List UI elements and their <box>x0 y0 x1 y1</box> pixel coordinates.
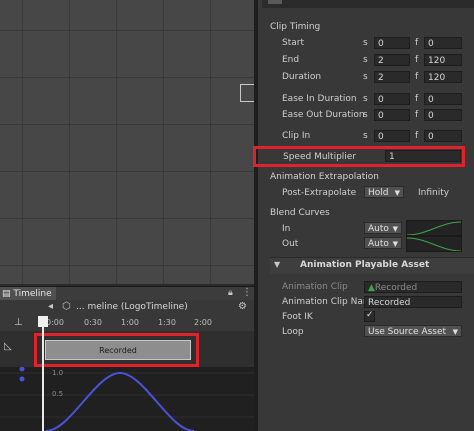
timeline-toolbar: ◂ ⬡ ... meline (LogoTimeline) ⚙ <box>0 300 254 317</box>
ease-in-seconds-field[interactable]: 0 <box>374 93 410 105</box>
tab-timeline-label: Timeline <box>13 289 52 299</box>
end-frames-field[interactable]: 120 <box>424 54 462 66</box>
blend-in-value: Auto <box>368 224 389 234</box>
animation-clip-label: Animation Clip <box>282 282 348 292</box>
blend-in-dropdown[interactable]: Auto ▼ <box>364 222 402 234</box>
checkmark-icon: ✓ <box>366 310 374 320</box>
section-blend-curves[interactable]: Blend Curves <box>270 208 330 218</box>
start-frames-field[interactable]: 0 <box>424 37 462 49</box>
loop-value: Use Source Asset <box>368 327 447 337</box>
blend-in-curve-graph <box>406 221 462 236</box>
ruler-tick: 1:30 <box>158 318 176 327</box>
curve-value-label: 0.5 <box>52 390 64 398</box>
curves-toggle-icon[interactable]: ◺ <box>4 341 12 352</box>
foot-ik-checkbox[interactable]: ✓ <box>364 310 375 322</box>
start-seconds-field[interactable]: 0 <box>374 37 410 49</box>
animation-clip-name-label: Animation Clip Nar <box>282 297 367 307</box>
timeline-breadcrumb[interactable]: ... meline (LogoTimeline) <box>76 302 188 312</box>
timeline-tabbar: ▤ Timeline 🔒︎ ⋮ <box>0 286 254 301</box>
unit-f: f <box>415 55 419 65</box>
ruler-tick: 0:30 <box>84 318 102 327</box>
scene-rect-handle[interactable] <box>240 84 255 102</box>
chevron-down-icon: ▼ <box>392 225 398 233</box>
unit-s: s <box>363 55 368 65</box>
post-extrapolate-label: Post-Extrapolate <box>282 188 357 198</box>
ruler-tick: 2:00 <box>194 318 212 327</box>
ruler-tick: 1:00 <box>121 318 139 327</box>
animation-clip-value: Recorded <box>374 283 418 293</box>
duration-frames-field[interactable]: 120 <box>424 71 462 83</box>
lock-icon[interactable]: 🔒︎ <box>228 288 233 298</box>
curve-editor[interactable]: 1.0 0.5 <box>0 367 254 431</box>
ease-in-frames-field[interactable]: 0 <box>424 93 462 105</box>
asset-header-label: Animation Playable Asset <box>300 260 430 270</box>
unit-s: s <box>363 72 368 82</box>
timeline-icon: ▤ <box>2 289 11 299</box>
start-label: Start <box>282 38 304 48</box>
loop-label: Loop <box>282 327 304 337</box>
unit-f: f <box>415 72 419 82</box>
blend-out-dropdown[interactable]: Auto ▼ <box>364 237 402 249</box>
ease-out-frames-field[interactable]: 0 <box>424 109 462 121</box>
animation-clip-icon: ▲ <box>368 283 375 293</box>
blend-out-curve[interactable] <box>406 236 462 252</box>
unit-f: f <box>415 38 419 48</box>
unit-f: f <box>415 110 419 120</box>
unit-s: s <box>363 38 368 48</box>
ease-out-seconds-field[interactable]: 0 <box>374 109 410 121</box>
blend-out-curve-graph <box>406 237 462 252</box>
duration-seconds-field[interactable]: 2 <box>374 71 410 83</box>
chevron-down-icon: ▼ <box>394 189 400 197</box>
clip-highlight-box <box>34 333 199 367</box>
blend-in-curve[interactable] <box>406 220 462 236</box>
foldout-arrow-icon: ▼ <box>274 260 281 269</box>
blend-out-value: Auto <box>368 239 389 249</box>
blend-in-label: In <box>282 224 291 234</box>
tab-timeline[interactable]: ▤ Timeline <box>0 287 56 301</box>
unit-s: s <box>363 94 368 104</box>
chevron-down-icon: ▼ <box>392 240 398 248</box>
inspector-top-edge <box>262 0 474 8</box>
animation-playable-asset-header[interactable]: ▼ Animation Playable Asset <box>270 257 474 274</box>
unit-f: f <box>415 94 419 104</box>
animation-clip-field: ▲Recorded <box>364 281 462 293</box>
section-clip-timing[interactable]: Clip Timing <box>270 22 320 32</box>
curve-graph <box>0 367 254 431</box>
gear-icon[interactable]: ⚙ <box>238 301 247 312</box>
playhead-handle[interactable] <box>38 316 48 327</box>
animation-clip-name-field[interactable]: Recorded <box>364 296 462 308</box>
unit-s: s <box>363 110 368 120</box>
blend-out-label: Out <box>282 239 299 249</box>
post-extrapolate-value: Hold <box>368 188 389 198</box>
ease-in-label: Ease In Duration <box>282 94 357 104</box>
clip-in-seconds-field[interactable]: 0 <box>374 130 410 142</box>
loop-dropdown[interactable]: Use Source Asset ▼ <box>364 325 462 337</box>
post-extrapolate-dropdown[interactable]: Hold ▼ <box>364 186 404 198</box>
ruler-tick: 0:00 <box>46 318 64 327</box>
unit-f: f <box>415 131 419 141</box>
menu-icon[interactable]: ⋮ <box>242 287 252 298</box>
end-seconds-field[interactable]: 2 <box>374 54 410 66</box>
pin-icon[interactable]: ⊥ <box>14 317 23 328</box>
end-label: End <box>282 55 300 65</box>
unit-s: s <box>363 131 368 141</box>
timeline-asset-icon: ⬡ <box>62 301 71 312</box>
foldout-tab[interactable] <box>268 0 282 4</box>
playhead-line[interactable] <box>42 316 44 431</box>
chevron-left-icon[interactable]: ◂ <box>48 301 53 312</box>
speed-highlight-box <box>253 146 465 167</box>
clip-in-label: Clip In <box>282 131 311 141</box>
infinity-label: Infinity <box>418 188 450 198</box>
section-animation-extrapolation[interactable]: Animation Extrapolation <box>270 172 379 182</box>
chevron-down-icon: ▼ <box>452 328 458 336</box>
curve-value-label: 1.0 <box>52 369 64 377</box>
clip-in-frames-field[interactable]: 0 <box>424 130 462 142</box>
scene-view[interactable] <box>0 0 254 284</box>
foot-ik-label: Foot IK <box>282 312 313 322</box>
duration-label: Duration <box>282 72 322 82</box>
ease-out-label: Ease Out Duration <box>282 110 365 120</box>
